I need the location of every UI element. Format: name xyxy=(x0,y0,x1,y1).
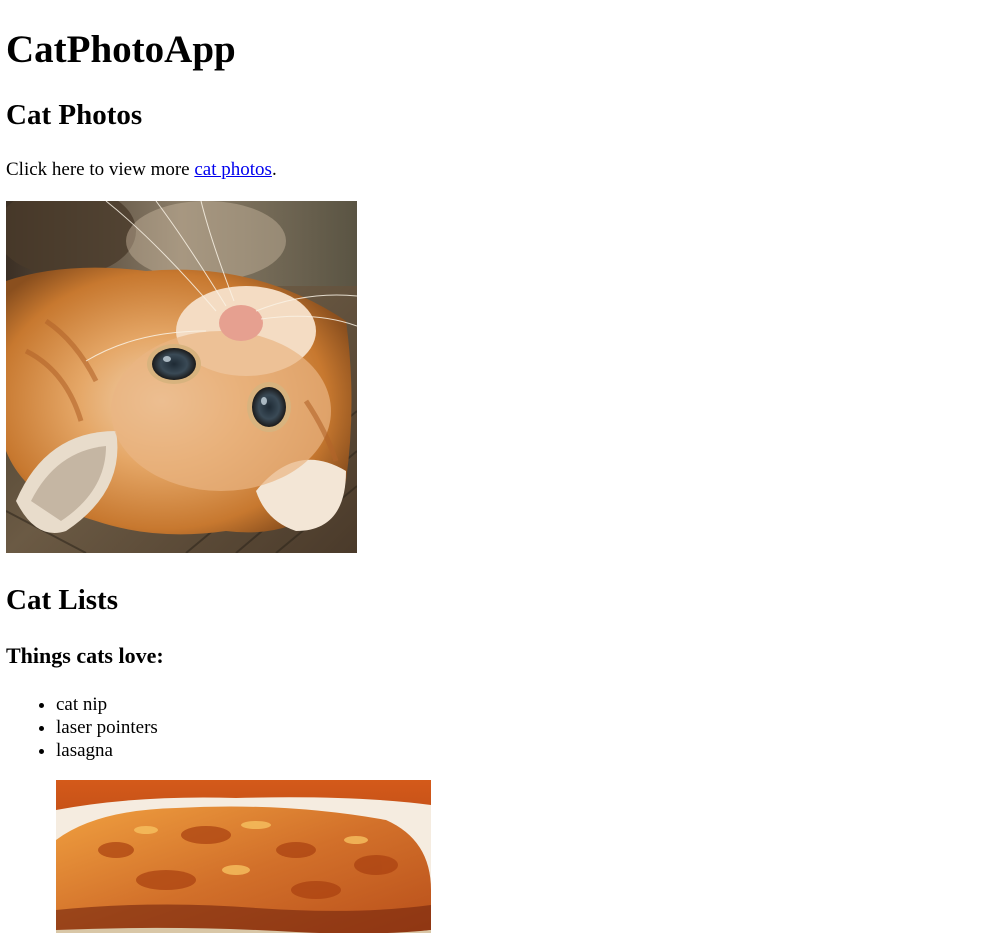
list-item: laser pointers xyxy=(56,716,993,739)
page-title: CatPhotoApp xyxy=(6,28,236,71)
things-cats-love-heading: Things cats love: xyxy=(6,643,164,668)
list-item: lasagna xyxy=(56,739,993,762)
cat-lists-heading: Cat Lists xyxy=(6,584,118,616)
intro-suffix: . xyxy=(271,159,277,180)
cat-photos-link[interactable]: cat photos xyxy=(194,159,272,180)
page: CatPhotoApp Cat Photos Click here to vie… xyxy=(0,0,999,933)
lasagna-photo xyxy=(56,780,431,933)
intro-text: Click here to view more xyxy=(6,159,195,180)
kitten-photo xyxy=(6,201,357,553)
list-item: cat nip xyxy=(56,693,993,716)
cat-photos-heading: Cat Photos xyxy=(6,99,143,131)
cat-love-list: cat nip laser pointers lasagna xyxy=(6,693,993,762)
intro-paragraph: Click here to view more cat photos. xyxy=(6,159,993,181)
